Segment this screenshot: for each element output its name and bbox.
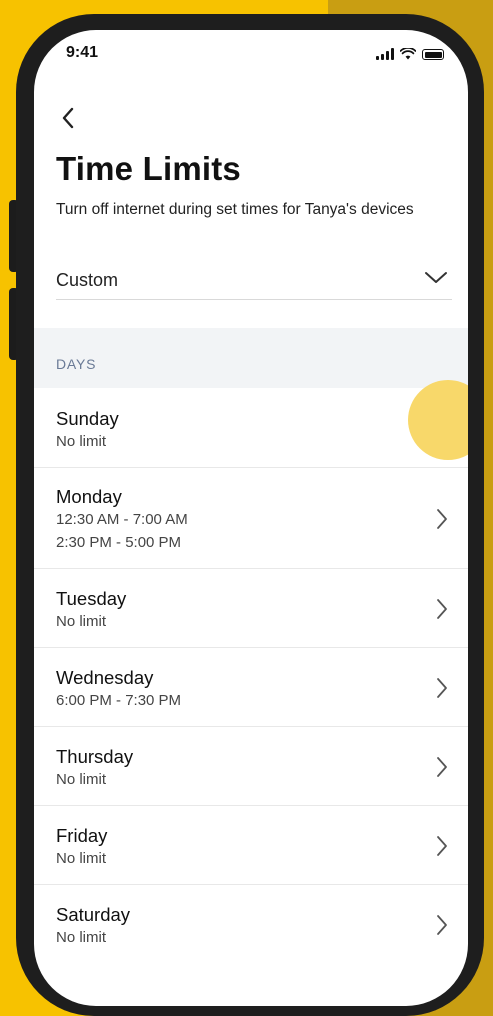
- day-detail: No limit: [56, 771, 107, 788]
- day-name: Monday: [56, 486, 122, 507]
- day-row-saturday[interactable]: Saturday No limit: [34, 885, 468, 964]
- day-row-sunday[interactable]: Sunday No limit: [34, 380, 468, 468]
- phone-frame: 9:41 Time Limits Turn off internet durin…: [16, 14, 484, 1016]
- day-row-thursday[interactable]: Thursday No limit: [34, 727, 468, 806]
- day-row-wednesday[interactable]: Wednesday 6:00 PM - 7:30 PM: [34, 648, 468, 727]
- days-section-header: DAYS: [34, 328, 468, 388]
- chevron-right-icon: [437, 915, 447, 935]
- day-name: Friday: [56, 825, 108, 846]
- status-bar: 9:41: [34, 30, 468, 80]
- chevron-right-icon: [437, 509, 447, 529]
- chevron-right-icon: [437, 757, 447, 777]
- day-row-friday[interactable]: Friday No limit: [34, 806, 468, 885]
- chevron-right-icon: [437, 599, 447, 619]
- day-name: Thursday: [56, 746, 134, 767]
- day-detail: No limit: [56, 433, 107, 450]
- day-detail: No limit: [56, 929, 107, 946]
- status-icons: [376, 46, 444, 60]
- chevron-right-icon: [437, 836, 447, 856]
- day-detail: No limit: [56, 613, 107, 630]
- days-section-label: DAYS: [56, 356, 97, 372]
- day-detail: 12:30 AM - 7:00 AM: [56, 511, 188, 528]
- day-row-monday[interactable]: Monday 12:30 AM - 7:00 AM 2:30 PM - 5:00…: [34, 468, 468, 569]
- day-row-tuesday[interactable]: Tuesday No limit: [34, 569, 468, 648]
- page-title: Time Limits: [56, 150, 241, 187]
- chevron-left-icon: [62, 107, 74, 129]
- chevron-down-icon: [425, 272, 447, 283]
- touch-indicator: [408, 380, 468, 460]
- day-detail-secondary: 2:30 PM - 5:00 PM: [56, 534, 182, 551]
- schedule-dropdown[interactable]: Custom: [56, 264, 452, 300]
- day-name: Wednesday: [56, 667, 154, 688]
- schedule-selected-value: Custom: [56, 270, 119, 290]
- day-name: Tuesday: [56, 588, 127, 609]
- status-time: 9:41: [66, 44, 99, 61]
- day-name: Sunday: [56, 408, 119, 429]
- phone-screen: 9:41 Time Limits Turn off internet durin…: [34, 30, 468, 1006]
- back-button[interactable]: [56, 104, 80, 132]
- day-name: Saturday: [56, 904, 131, 925]
- day-detail: 6:00 PM - 7:30 PM: [56, 692, 182, 709]
- day-list: Sunday No limit Monday 12:30 AM - 7:00 A…: [34, 380, 468, 964]
- day-detail: No limit: [56, 850, 107, 867]
- chevron-right-icon: [437, 678, 447, 698]
- wifi-icon: [400, 48, 416, 60]
- page-subtitle: Turn off internet during set times for T…: [56, 201, 414, 218]
- battery-icon: [422, 49, 444, 60]
- cellular-signal-icon: [376, 48, 394, 60]
